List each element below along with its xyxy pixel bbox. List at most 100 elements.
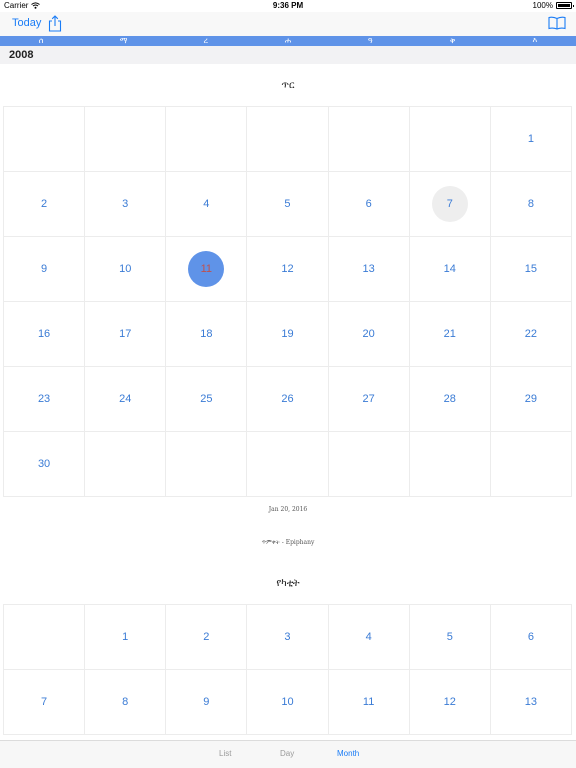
month-title: ጥር (281, 80, 295, 91)
selected-date-label: Jan 20, 2016 (268, 506, 308, 513)
day-cell[interactable]: 13 (490, 670, 572, 735)
day-cell[interactable]: 12 (247, 237, 329, 302)
empty-day-cell (490, 432, 572, 497)
day-number: 10 (119, 263, 132, 275)
day-cell[interactable]: 18 (166, 302, 248, 367)
day-cell[interactable]: 6 (490, 605, 572, 670)
day-cell[interactable]: 5 (409, 605, 491, 670)
day-number: 13 (362, 263, 375, 275)
battery-info: 100% (532, 1, 574, 10)
day-cell[interactable]: 25 (166, 367, 248, 432)
tab-month[interactable]: Month (337, 749, 359, 758)
day-cell[interactable]: 14 (409, 237, 491, 302)
weekday-label: ቅ (449, 36, 456, 45)
day-cell[interactable]: 9 (166, 670, 248, 735)
day-number: 22 (524, 328, 538, 340)
day-cell[interactable]: 23 (4, 367, 86, 432)
today-day-cell[interactable]: 7 (409, 172, 491, 237)
day-cell[interactable]: 6 (328, 172, 410, 237)
day-number: 11 (362, 696, 375, 708)
month-grid: 1 2 3 4 5 6 7 8 9 10 11 12 13 (3, 604, 572, 735)
year-header: 2008 (0, 46, 576, 64)
empty-day-cell (85, 107, 167, 172)
day-number: 15 (524, 263, 538, 275)
day-number: 9 (203, 696, 210, 708)
tab-day[interactable]: Day (280, 749, 294, 758)
empty-day-cell (247, 432, 329, 497)
weekday-label: ሰ (38, 36, 44, 45)
day-cell[interactable]: 13 (328, 237, 410, 302)
battery-percent: 100% (532, 1, 553, 10)
empty-day-cell (4, 605, 86, 670)
day-cell[interactable]: 4 (328, 605, 410, 670)
selected-day-cell[interactable]: 11 (166, 237, 248, 302)
weekday-label: ረ (203, 36, 208, 45)
day-number: 12 (443, 696, 456, 708)
weekday-header: ሰማረሐዓቅእ (0, 36, 576, 46)
day-cell[interactable]: 1 (490, 107, 572, 172)
empty-day-cell (328, 107, 410, 172)
day-number: 8 (527, 198, 534, 210)
day-cell[interactable]: 12 (409, 670, 491, 735)
day-number: 6 (365, 198, 372, 210)
day-number: 18 (200, 328, 213, 340)
day-number: 12 (281, 263, 294, 275)
day-number: 11 (188, 251, 225, 287)
day-cell[interactable]: 19 (247, 302, 329, 367)
day-cell[interactable]: 2 (4, 172, 86, 237)
day-cell[interactable]: 26 (247, 367, 329, 432)
day-cell[interactable]: 15 (490, 237, 572, 302)
empty-day-cell (328, 432, 410, 497)
weekday-label: እ (532, 36, 538, 45)
day-cell[interactable]: 24 (85, 367, 167, 432)
battery-icon (556, 2, 574, 9)
day-cell[interactable]: 16 (4, 302, 86, 367)
day-cell[interactable]: 20 (328, 302, 410, 367)
day-cell[interactable]: 1 (85, 605, 167, 670)
status-bar: Carrier 9:36 PM 100% (0, 0, 576, 12)
day-number: 4 (203, 198, 210, 210)
day-number: 2 (203, 631, 210, 643)
day-number: 8 (122, 696, 129, 708)
day-number: 14 (443, 263, 456, 275)
day-cell[interactable]: 17 (85, 302, 167, 367)
day-cell[interactable]: 8 (490, 172, 572, 237)
day-number: 4 (365, 631, 372, 643)
day-cell[interactable]: 4 (166, 172, 248, 237)
tab-list[interactable]: List (219, 749, 231, 758)
day-number: 19 (281, 328, 294, 340)
navigation-bar: Today (0, 12, 576, 36)
day-cell[interactable]: 5 (247, 172, 329, 237)
day-cell[interactable]: 3 (247, 605, 329, 670)
share-icon[interactable] (48, 15, 62, 32)
day-number: 1 (527, 133, 534, 145)
day-cell[interactable]: 21 (409, 302, 491, 367)
weekday-label: ዓ (367, 36, 373, 45)
day-cell[interactable]: 7 (4, 670, 86, 735)
weekday-label: ሐ (284, 36, 292, 45)
day-cell[interactable]: 3 (85, 172, 167, 237)
day-cell[interactable]: 11 (328, 670, 410, 735)
day-cell[interactable]: 27 (328, 367, 410, 432)
day-number: 10 (281, 696, 294, 708)
day-number: 25 (200, 393, 213, 405)
book-icon[interactable] (548, 16, 566, 30)
today-button[interactable]: Today (12, 17, 41, 29)
day-number: 9 (41, 263, 48, 275)
day-cell[interactable]: 8 (85, 670, 167, 735)
day-number: 5 (446, 631, 453, 643)
day-number: 23 (37, 393, 51, 405)
day-number: 2 (41, 198, 48, 210)
day-cell[interactable]: 22 (490, 302, 572, 367)
day-cell[interactable]: 30 (4, 432, 86, 497)
day-cell[interactable]: 29 (490, 367, 572, 432)
year-label: 2008 (9, 49, 34, 61)
day-number: 5 (284, 198, 291, 210)
day-cell[interactable]: 10 (247, 670, 329, 735)
day-cell[interactable]: 9 (4, 237, 86, 302)
tab-bar: List Day Month (0, 740, 576, 768)
day-number: 17 (119, 328, 132, 340)
day-cell[interactable]: 10 (85, 237, 167, 302)
day-cell[interactable]: 2 (166, 605, 248, 670)
day-cell[interactable]: 28 (409, 367, 491, 432)
